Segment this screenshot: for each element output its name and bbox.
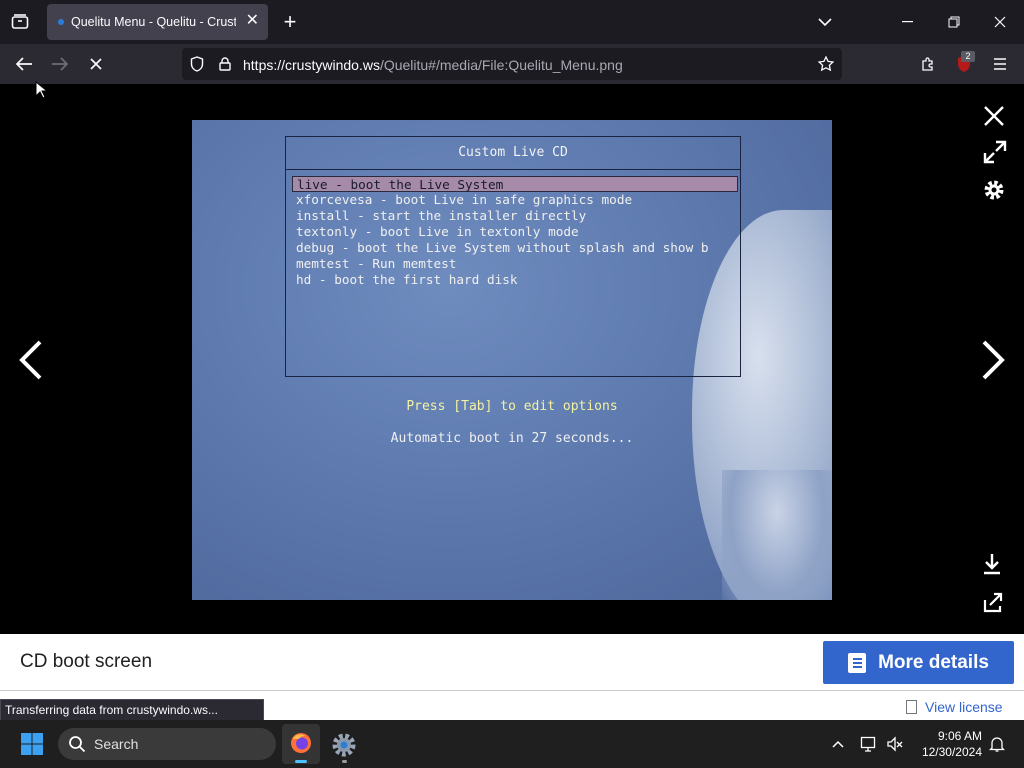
face-neck-illustration xyxy=(722,470,832,600)
license-icon xyxy=(906,700,917,714)
tracking-protection-shield-icon[interactable] xyxy=(183,50,211,78)
boot-entry: memtest - Run memtest xyxy=(296,256,457,271)
chevron-down-icon[interactable] xyxy=(811,8,839,36)
taskbar-firefox[interactable] xyxy=(282,724,320,764)
settings-gear-icon[interactable] xyxy=(981,177,1007,203)
document-icon xyxy=(848,652,867,673)
notification-bell-icon[interactable] xyxy=(988,735,1006,753)
list-all-tabs-icon[interactable] xyxy=(6,8,34,36)
search-label: Search xyxy=(94,736,139,752)
more-details-label: More details xyxy=(878,651,989,673)
extensions-puzzle-icon[interactable] xyxy=(914,50,942,78)
url-host: https://crustywindo.ws xyxy=(243,57,380,73)
stop-loading-icon[interactable] xyxy=(82,50,110,78)
chevron-up-icon[interactable] xyxy=(830,736,846,752)
url-text[interactable]: https://crustywindo.ws/Quelitu#/media/Fi… xyxy=(243,57,623,73)
loading-icon xyxy=(58,19,64,25)
bookmark-star-icon[interactable] xyxy=(812,50,840,78)
url-path: /Quelitu#/media/File:Quelitu_Menu.png xyxy=(379,57,623,73)
tab-title: Quelitu Menu - Quelitu - Crusty xyxy=(71,15,236,29)
boot-entry: textonly - boot Live in textonly mode xyxy=(296,224,579,239)
close-tab-icon[interactable]: ✕ xyxy=(246,12,259,30)
boot-entry: install - start the installer directly xyxy=(296,208,587,223)
view-license-label: View license xyxy=(925,699,1003,715)
boot-entry: debug - boot the Live System without spl… xyxy=(296,240,709,255)
search-icon xyxy=(69,736,86,753)
divider xyxy=(286,169,740,170)
boot-entry: live - boot the Live System xyxy=(292,176,738,192)
divider xyxy=(0,690,1024,691)
fullscreen-expand-icon[interactable] xyxy=(982,139,1008,165)
settings-app-icon xyxy=(332,733,356,757)
new-tab-icon[interactable]: + xyxy=(276,8,304,36)
boot-countdown: Automatic boot in 27 seconds... xyxy=(390,431,634,446)
menu-hamburger-icon[interactable] xyxy=(986,50,1014,78)
edit-options-hint: Press [Tab] to edit options xyxy=(406,399,618,414)
windows-start-icon[interactable] xyxy=(20,732,44,756)
next-image-icon[interactable] xyxy=(978,338,1008,382)
taskbar-settings-app[interactable] xyxy=(330,731,358,763)
firefox-icon xyxy=(291,733,311,753)
back-arrow-icon[interactable] xyxy=(10,50,38,78)
status-panel: Transferring data from crustywindo.ws... xyxy=(0,699,264,721)
close-window-icon[interactable] xyxy=(986,8,1014,36)
lock-icon[interactable] xyxy=(211,50,239,78)
share-icon[interactable] xyxy=(981,590,1005,614)
network-volume-icon[interactable] xyxy=(886,735,904,753)
active-app-indicator xyxy=(295,760,307,763)
tab-active[interactable]: Quelitu Menu - Quelitu - Crusty ✕ xyxy=(47,4,268,40)
clock-time: 9:06 AM xyxy=(937,729,982,743)
view-license-link[interactable]: View license xyxy=(906,699,1003,715)
taskbar-search[interactable]: Search xyxy=(58,728,276,760)
tab-bar: Quelitu Menu - Quelitu - Crusty ✕ + xyxy=(0,0,1024,44)
close-viewer-icon[interactable] xyxy=(981,103,1007,129)
image-caption: CD boot screen xyxy=(20,651,153,672)
boot-menu-title: Custom Live CD xyxy=(458,145,568,160)
restore-icon[interactable] xyxy=(940,8,968,36)
download-icon[interactable] xyxy=(981,552,1003,576)
extension-badge-count: 2 xyxy=(961,51,975,62)
running-app-indicator xyxy=(342,760,347,763)
mouse-pointer-icon xyxy=(35,80,49,104)
boot-screen-image: Custom Live CD live - boot the Live Syst… xyxy=(192,120,832,600)
boot-menu-box: Custom Live CD live - boot the Live Syst… xyxy=(285,136,741,377)
system-clock[interactable]: 9:06 AM 12/30/2024 xyxy=(904,728,982,760)
boot-entry: hd - boot the first hard disk xyxy=(296,272,518,287)
previous-image-icon[interactable] xyxy=(16,338,46,382)
minimize-icon[interactable] xyxy=(894,8,922,36)
display-icon[interactable] xyxy=(860,735,878,753)
clock-date: 12/30/2024 xyxy=(921,745,982,759)
boot-entry: xforcevesa - boot Live in safe graphics … xyxy=(296,192,633,207)
more-details-button[interactable]: More details xyxy=(823,641,1014,684)
forward-arrow-icon[interactable] xyxy=(46,50,74,78)
